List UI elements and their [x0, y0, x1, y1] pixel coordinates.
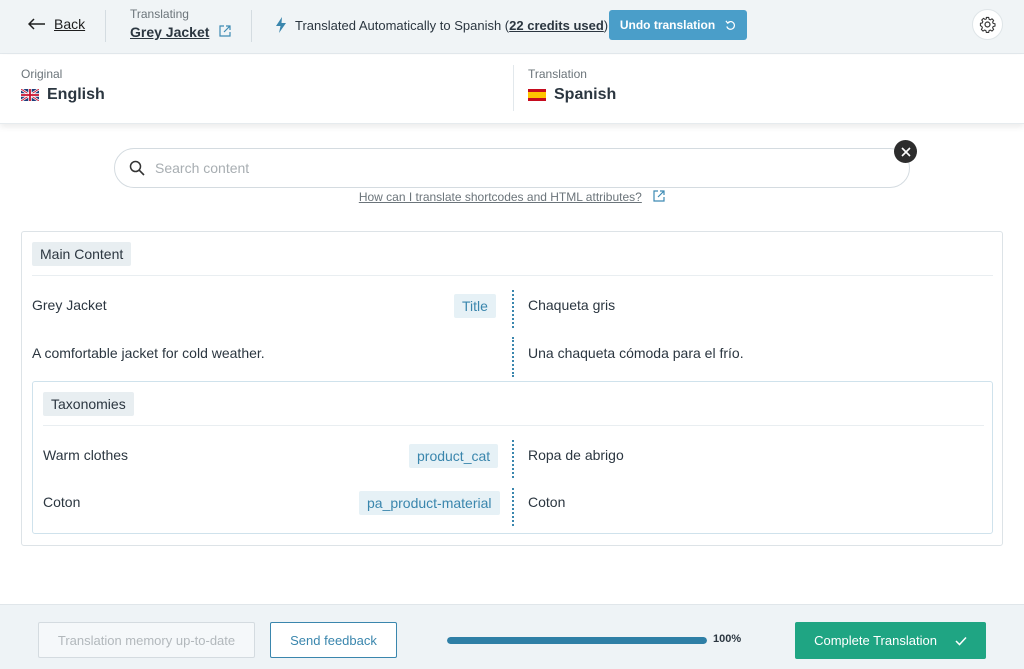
- original-language: Original English: [21, 67, 105, 104]
- column-divider: [512, 488, 514, 526]
- send-feedback-button[interactable]: Send feedback: [270, 622, 397, 658]
- translating-label: Translating: [130, 7, 189, 21]
- source-text: Grey Jacket: [32, 297, 107, 313]
- credits-used-link[interactable]: 22 credits used: [509, 18, 604, 33]
- clear-search-button[interactable]: [894, 140, 917, 163]
- complete-translation-button[interactable]: Complete Translation: [795, 622, 986, 659]
- field-chip: pa_product-material: [359, 491, 500, 515]
- progress-percent: 100%: [713, 633, 742, 645]
- field-chip: product_cat: [409, 444, 499, 468]
- main-content-tag: Main Content: [32, 242, 132, 266]
- auto-text-end: ): [603, 17, 609, 33]
- close-icon: [900, 146, 911, 157]
- taxonomies-tag: Taxonomies: [43, 392, 134, 416]
- search-input[interactable]: [155, 160, 855, 176]
- divider: [513, 65, 514, 111]
- divider: [43, 425, 984, 426]
- progress-fill: [447, 637, 707, 644]
- source-text: A comfortable jacket for cold weather.: [32, 345, 265, 361]
- undo-label: Undo translation: [619, 18, 716, 32]
- column-divider: [512, 337, 514, 377]
- spain-flag-icon: [528, 89, 546, 101]
- divider: [32, 275, 993, 276]
- auto-translation-status: Translated Automatically to Spanish (22 …: [275, 17, 608, 33]
- gear-icon: [979, 16, 996, 33]
- progress-bar: [447, 637, 707, 644]
- arrow-left-icon: [27, 17, 46, 31]
- undo-icon: [725, 20, 736, 30]
- top-bar: Back Translating Grey Jacket Translated …: [0, 0, 1024, 54]
- external-link-icon[interactable]: [653, 190, 665, 205]
- translation-text[interactable]: Una chaqueta cómoda para el frío.: [528, 345, 744, 361]
- field-chip: Title: [454, 294, 496, 318]
- content-panel: Main Content Grey Jacket Title Chaqueta …: [21, 231, 1003, 546]
- search-box: [114, 148, 910, 188]
- back-label[interactable]: Back: [54, 16, 85, 32]
- check-icon: [955, 636, 967, 646]
- translation-language: Translation Spanish: [528, 67, 616, 104]
- language-bar: Original English Translation Spanish: [0, 55, 1024, 124]
- translation-text[interactable]: Coton: [528, 494, 565, 510]
- column-divider: [512, 440, 514, 478]
- divider: [105, 10, 106, 42]
- undo-translation-button[interactable]: Undo translation: [609, 10, 747, 40]
- uk-flag-icon: [21, 89, 39, 101]
- complete-label: Complete Translation: [814, 633, 937, 648]
- translating-info: Translating Grey Jacket: [130, 7, 232, 40]
- settings-button[interactable]: [972, 9, 1003, 40]
- help-row: How can I translate shortcodes and HTML …: [0, 190, 1024, 205]
- translation-memory-button[interactable]: Translation memory up-to-date: [38, 622, 255, 658]
- original-label: Original: [21, 67, 63, 81]
- translation-text[interactable]: Chaqueta gris: [528, 297, 615, 313]
- lightning-icon: [276, 17, 286, 33]
- translation-language-value: Spanish: [554, 86, 617, 103]
- translation-label: Translation: [528, 67, 587, 81]
- external-link-icon[interactable]: [219, 24, 232, 40]
- divider: [251, 10, 252, 42]
- source-text: Coton: [43, 494, 81, 510]
- product-name-link[interactable]: Grey Jacket: [130, 24, 209, 40]
- auto-text: Translated Automatically to Spanish (: [295, 17, 510, 33]
- bottom-bar: Translation memory up-to-date Send feedb…: [0, 604, 1024, 669]
- back-link[interactable]: Back: [27, 16, 85, 32]
- column-divider: [512, 290, 514, 328]
- search-icon: [129, 160, 145, 176]
- shortcodes-help-link[interactable]: How can I translate shortcodes and HTML …: [359, 190, 642, 204]
- original-language-value: English: [47, 86, 105, 103]
- source-text: Warm clothes: [43, 447, 129, 463]
- translation-text[interactable]: Ropa de abrigo: [528, 447, 624, 463]
- taxonomies-section: Taxonomies Warm clothes product_cat Ropa…: [32, 381, 993, 534]
